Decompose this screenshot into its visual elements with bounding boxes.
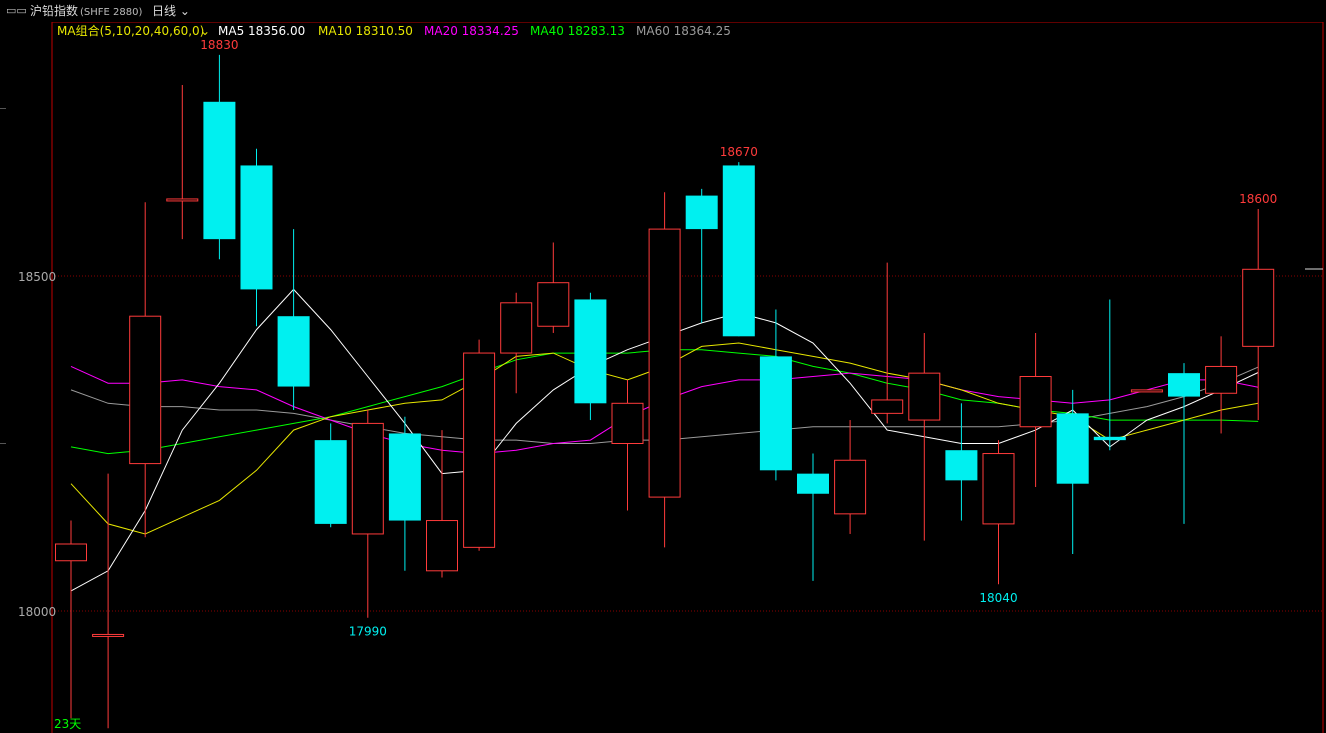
candle-body: [1019, 376, 1052, 428]
extreme-price-label-18830: 18830: [200, 38, 238, 52]
candle-10: [388, 416, 421, 571]
candle-31: [1168, 363, 1200, 524]
candle-22: [834, 420, 867, 534]
candle-body: [648, 228, 681, 498]
candle-16: [611, 379, 644, 511]
candle-30: [1130, 389, 1163, 393]
candle-25: [945, 403, 978, 521]
ma40-value: MA40 18283.13: [530, 24, 625, 38]
candle-body: [982, 453, 1015, 525]
candle-6: [240, 148, 273, 327]
candle-body: [834, 459, 867, 515]
candle-11: [426, 430, 458, 578]
candle-body: [871, 399, 904, 414]
ma-group-label[interactable]: MA组合(5,10,20,40,60,0): [57, 23, 204, 38]
candle-9: [351, 410, 384, 618]
extreme-price-label-18600: 18600: [1239, 192, 1277, 206]
extreme-price-label-17990: 17990: [349, 625, 387, 639]
candle-19: [722, 162, 755, 337]
candle-12: [463, 339, 496, 551]
window-icon[interactable]: ▭▭: [6, 0, 27, 22]
candle-1: [55, 520, 87, 719]
instrument-title[interactable]: 沪铅指数 (SHFE 2880): [30, 0, 142, 24]
instrument-code: (SHFE 2880): [80, 7, 143, 18]
candle-body: [203, 101, 236, 240]
candle-body: [240, 165, 273, 290]
candle-23: [871, 262, 904, 424]
chevron-down-icon: ⌄: [176, 4, 190, 18]
candle-26: [982, 440, 1015, 585]
candle-8: [314, 423, 347, 528]
bottom-day-count: 23天: [54, 717, 81, 731]
candle-32: [1205, 336, 1238, 434]
candle-28: [1056, 389, 1089, 555]
candlestick-chart[interactable]: 18000 18500 18830 17990 18670 18040 18600 MA组…: [0, 0, 1326, 733]
candle-body: [166, 198, 199, 202]
candle-body: [388, 433, 421, 521]
ma10-value: MA10 18310.50: [318, 24, 413, 38]
candle-21: [797, 453, 829, 581]
ma20-value: MA20 18334.25: [424, 24, 519, 38]
candle-body: [574, 299, 607, 404]
candle-body: [351, 422, 384, 535]
candle-13: [500, 292, 533, 394]
candle-body: [1242, 268, 1275, 347]
candle-body: [945, 450, 978, 481]
extreme-price-label-18670: 18670: [720, 145, 758, 159]
candle-15: [574, 292, 607, 421]
candle-body: [685, 195, 718, 230]
candle-33: [1242, 209, 1275, 421]
period-selector[interactable]: 日线 ⌄: [152, 0, 190, 22]
ma5-value: MA5 18356.00: [218, 24, 305, 38]
candle-14: [537, 242, 570, 333]
candle-body: [1056, 413, 1089, 484]
candle-29: [1093, 299, 1126, 451]
candle-17: [648, 192, 681, 548]
candle-24: [908, 332, 941, 541]
candle-body: [426, 520, 458, 572]
ma-group-dropdown-icon[interactable]: ⌄: [200, 24, 210, 38]
candle-body: [797, 473, 829, 494]
candle-body: [463, 352, 496, 548]
candle-5: [203, 54, 236, 260]
candle-body: [1168, 373, 1200, 397]
candle-body: [500, 302, 533, 354]
instrument-name: 沪铅指数: [30, 4, 79, 18]
candle-body: [722, 165, 755, 337]
candle-body: [537, 282, 570, 327]
candle-body: [611, 402, 644, 444]
candle-body: [55, 543, 87, 562]
chart-header: ▭▭ 沪铅指数 (SHFE 2880) 日线 ⌄: [0, 0, 1326, 22]
candle-body: [759, 356, 792, 471]
candle-20: [759, 309, 792, 481]
candle-body: [1130, 389, 1163, 393]
candle-4: [166, 85, 199, 240]
candle-body: [92, 633, 125, 637]
period-label: 日线: [152, 4, 177, 18]
y-tick-label-18000: 18000: [18, 605, 56, 619]
candle-body: [1093, 436, 1126, 441]
candle-7: [277, 229, 310, 410]
candle-body: [129, 315, 162, 465]
candle-27: [1019, 332, 1052, 488]
candle-body: [1205, 365, 1238, 394]
candle-body: [314, 440, 347, 524]
ma60-value: MA60 18364.25: [636, 24, 731, 38]
candle-18: [685, 188, 718, 323]
candle-body: [908, 372, 941, 421]
y-tick-label-18500: 18500: [18, 270, 56, 284]
candle-body: [277, 316, 310, 387]
extreme-price-label-18040: 18040: [979, 591, 1017, 605]
